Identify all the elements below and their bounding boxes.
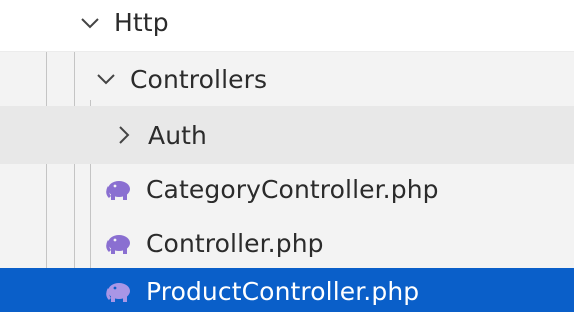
tree-item-file[interactable]: Controller.php xyxy=(0,214,574,272)
php-elephant-icon xyxy=(106,232,132,254)
chevron-right-icon xyxy=(112,120,138,150)
tree-item-http-folder[interactable]: Http xyxy=(0,0,574,52)
tree-item-auth-folder[interactable]: Auth xyxy=(0,106,574,164)
php-elephant-icon xyxy=(106,178,132,200)
chevron-down-icon xyxy=(94,64,120,94)
chevron-down-icon xyxy=(78,8,104,38)
folder-label: Controllers xyxy=(130,64,268,94)
file-label: CategoryController.php xyxy=(146,174,439,204)
panel-bottom-edge xyxy=(0,312,574,322)
php-elephant-icon xyxy=(106,280,132,302)
tree-item-file[interactable]: CategoryController.php xyxy=(0,160,574,218)
folder-label: Http xyxy=(114,8,169,37)
file-label: Controller.php xyxy=(146,228,324,258)
file-explorer-tree: Http Controllers Auth CategoryController… xyxy=(0,0,574,322)
file-label: ProductController.php xyxy=(146,276,420,306)
folder-label: Auth xyxy=(148,120,207,150)
tree-item-file-selected[interactable]: ProductController.php xyxy=(0,268,574,314)
tree-item-controllers-folder[interactable]: Controllers xyxy=(0,50,574,108)
